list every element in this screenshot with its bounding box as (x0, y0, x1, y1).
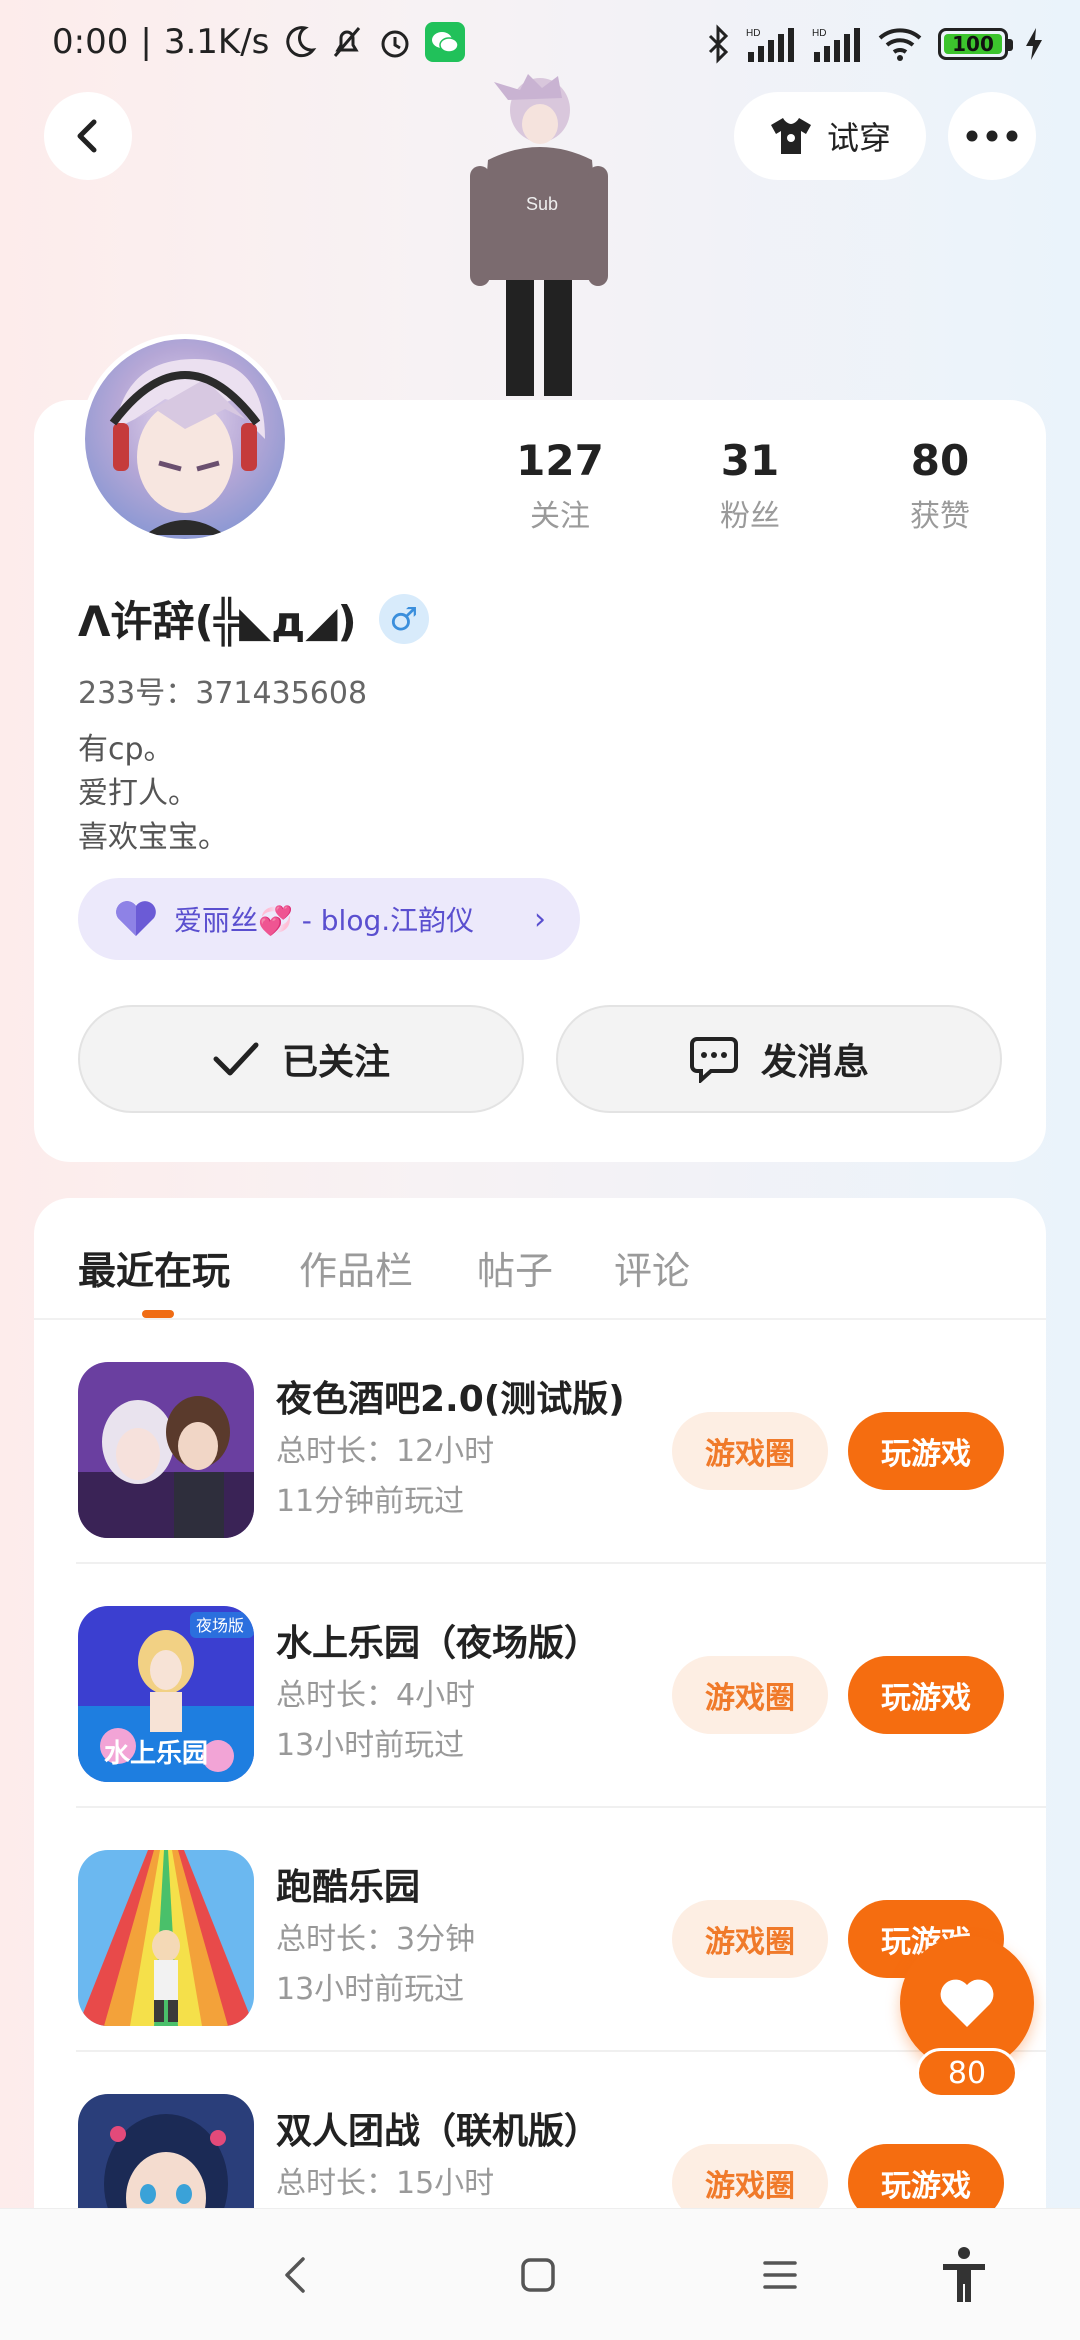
signal-icon: HD (812, 24, 862, 64)
alarm-icon (377, 22, 413, 62)
bio: 有cp。 爱打人。 喜欢宝宝。 (78, 728, 228, 860)
game-title: 夜色酒吧2.0(测试版) (276, 1379, 625, 1420)
play-game-button[interactable]: 玩游戏 (848, 1412, 1004, 1490)
check-icon (213, 1042, 259, 1076)
more-options-button[interactable] (948, 92, 1036, 180)
stat-likes[interactable]: 80 获赞 (870, 436, 1010, 535)
message-button[interactable]: 发消息 (556, 1005, 1002, 1113)
stat-label: 粉丝 (720, 499, 780, 534)
bluetooth-icon (706, 24, 730, 64)
club-link[interactable]: 爱丽丝💞 - blog.江韵仪 › (78, 878, 580, 960)
chevron-left-icon (77, 119, 97, 153)
game-duration: 总时长：3分钟 (276, 1922, 476, 1957)
square-icon (521, 2258, 555, 2292)
game-icon-text: 水上乐园 (104, 1739, 208, 1769)
shirt-icon (770, 118, 811, 154)
club-label: 爱丽丝💞 - blog.江韵仪 (174, 904, 475, 937)
game-icon[interactable] (78, 1850, 254, 2026)
follow-label: 已关注 (281, 1042, 390, 1083)
game-icon[interactable]: 夜场版 水上乐园 (78, 1606, 254, 1782)
game-last-played: 11分钟前玩过 (276, 1484, 465, 1519)
chat-bubble-icon (689, 1037, 738, 1083)
game-duration: 总时长：4小时 (276, 1678, 476, 1713)
game-icon-badge: 夜场版 (196, 1616, 244, 1635)
game-title: 水上乐园（夜场版） (276, 1623, 601, 1664)
game-row[interactable]: 夜场版 水上乐园 水上乐园（夜场版） 总时长：4小时 13小时前玩过 游戏圈 玩… (34, 1564, 1046, 1808)
play-game-button[interactable]: 玩游戏 (848, 1656, 1004, 1734)
heart-icon (116, 901, 156, 936)
stat-following[interactable]: 127 关注 (490, 436, 630, 535)
status-left: 0:00 | 3.1K/s (52, 22, 466, 62)
game-row[interactable]: 夜色酒吧2.0(测试版) 总时长：12小时 11分钟前玩过 游戏圈 玩游戏 (34, 1320, 1046, 1564)
menu-icon (763, 2261, 797, 2289)
game-icon[interactable] (78, 1362, 254, 1538)
tab-recently-played[interactable]: 最近在玩 (78, 1240, 230, 1295)
bell-off-icon (329, 22, 365, 62)
game-last-played: 13小时前玩过 (276, 1728, 465, 1763)
like-count-badge: 80 (916, 2048, 1018, 2098)
chevron-left-icon (285, 2257, 305, 2293)
profile-stats: 127 关注 31 粉丝 80 获赞 (490, 436, 1010, 535)
status-right: HD HD 100 (706, 24, 1044, 64)
male-icon: ♂ (378, 593, 429, 644)
tab-works[interactable]: 作品栏 (299, 1240, 413, 1295)
game-row[interactable]: 跑酷乐园 总时长：3分钟 13小时前玩过 游戏圈 玩游戏 (34, 1808, 1046, 2052)
try-on-label: 试穿 (826, 119, 891, 157)
stat-label: 获赞 (910, 499, 970, 534)
stat-followers[interactable]: 31 粉丝 (680, 436, 820, 535)
user-id: 233号：371435608 (78, 676, 368, 711)
system-nav-bar (0, 2208, 1080, 2340)
game-duration: 总时长：12小时 (276, 1434, 495, 1469)
username-row: Λ许辞(╬◣д◢) ♂ (78, 588, 429, 649)
battery-icon: 100 (938, 28, 1013, 60)
nav-home-button[interactable] (508, 2245, 568, 2305)
more-dots-icon (966, 130, 1018, 142)
nav-menu-button[interactable] (750, 2245, 810, 2305)
game-title: 跑酷乐园 (276, 1867, 421, 1908)
stat-value: 31 (720, 436, 780, 485)
game-duration: 总时长：15小时 (276, 2166, 495, 2201)
avatar[interactable] (80, 334, 290, 544)
stat-label: 关注 (530, 499, 590, 534)
tab-bar: 最近在玩 作品栏 帖子 评论 (34, 1198, 1046, 1320)
stat-value: 80 (910, 436, 970, 485)
active-tab-indicator (142, 1310, 174, 1318)
game-circle-button[interactable]: 游戏圈 (672, 1412, 828, 1490)
accessibility-icon (943, 2247, 985, 2302)
charging-icon (1024, 24, 1044, 64)
battery-level: 100 (952, 32, 994, 56)
status-separator: | (140, 22, 152, 62)
svg-text:Sub: Sub (526, 194, 558, 214)
follow-button[interactable]: 已关注 (78, 1005, 524, 1113)
nav-accessibility-button[interactable] (934, 2245, 994, 2305)
status-time: 0:00 (52, 22, 129, 62)
bio-line: 喜欢宝宝。 (78, 820, 228, 855)
bio-line: 爱打人。 (78, 776, 198, 811)
back-button[interactable] (44, 92, 132, 180)
game-last-played: 13小时前玩过 (276, 1972, 465, 2007)
network-speed: 3.1K/s (163, 22, 270, 62)
game-circle-button[interactable]: 游戏圈 (672, 1656, 828, 1734)
moon-icon (281, 22, 317, 62)
wifi-icon (878, 24, 922, 64)
username: Λ许辞(╬◣д◢) (78, 597, 357, 646)
game-title: 双人团战（联机版） (276, 2111, 601, 2152)
bio-line: 有cp。 (78, 732, 174, 767)
message-label: 发消息 (760, 1042, 869, 1083)
nav-back-button[interactable] (266, 2245, 326, 2305)
wechat-icon (425, 22, 466, 62)
avatar-3d-figure[interactable]: Sub (448, 70, 628, 400)
signal-icon: HD (746, 24, 796, 64)
svg-text:HD: HD (746, 28, 760, 39)
stat-value: 127 (516, 436, 604, 485)
try-on-button[interactable]: 试穿 (734, 92, 926, 180)
profile-actions: 已关注 发消息 (78, 1005, 1002, 1113)
chevron-right-icon: › (534, 901, 546, 937)
heart-icon (940, 1979, 994, 2027)
content-card: 最近在玩 作品栏 帖子 评论 夜色酒吧2.0(测试版) 总时长：12小时 11分… (34, 1198, 1046, 2340)
game-circle-button[interactable]: 游戏圈 (672, 1900, 828, 1978)
svg-text:HD: HD (812, 28, 826, 39)
tab-posts[interactable]: 帖子 (477, 1240, 553, 1295)
tab-comments[interactable]: 评论 (614, 1240, 690, 1295)
